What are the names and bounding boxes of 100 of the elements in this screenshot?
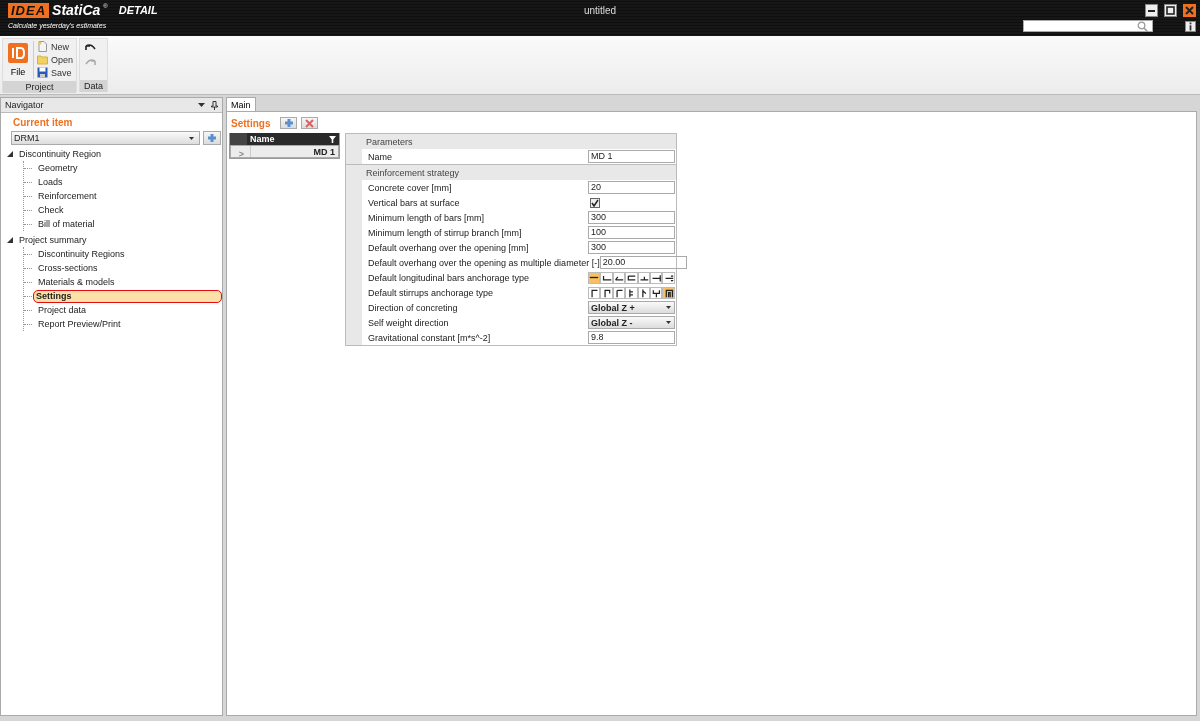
expander-icon[interactable] bbox=[7, 151, 13, 157]
row-name: MD 1 bbox=[312, 146, 335, 157]
bar-anchorage-option[interactable] bbox=[662, 271, 675, 284]
item-dropdown[interactable]: DRM1 bbox=[11, 131, 200, 145]
bar-anchorage-option[interactable] bbox=[625, 271, 638, 284]
stirrup-shape-icon bbox=[589, 287, 600, 298]
folder-icon bbox=[37, 54, 48, 65]
tree-item[interactable]: Geometry bbox=[33, 160, 83, 176]
property-label: Default stirrups anchorage type bbox=[367, 287, 495, 298]
bar-shape-icon bbox=[626, 272, 637, 283]
expander-icon[interactable] bbox=[7, 237, 13, 243]
pin-icon[interactable] bbox=[211, 100, 218, 110]
tree-item[interactable]: Project data bbox=[33, 302, 92, 318]
property-label: Direction of concreting bbox=[367, 302, 459, 313]
property-label: Minimum length of bars [mm] bbox=[367, 212, 486, 223]
tree-item[interactable]: Loads bbox=[33, 174, 68, 190]
tree-item[interactable]: Project summary bbox=[19, 235, 87, 245]
document-icon bbox=[37, 41, 48, 52]
property-label: Name bbox=[367, 151, 393, 162]
tree-item[interactable]: Settings bbox=[33, 289, 222, 303]
close-button[interactable] bbox=[1183, 4, 1196, 17]
group-label: Project bbox=[3, 81, 77, 93]
maximize-icon bbox=[1166, 6, 1175, 15]
property-label: Vertical bars at surface bbox=[367, 197, 461, 208]
dropdown-icon[interactable] bbox=[198, 102, 205, 108]
undo-icon bbox=[85, 43, 97, 52]
bar-shape-icon bbox=[663, 272, 674, 283]
tab[interactable]: Main bbox=[226, 97, 256, 111]
minimize-button[interactable] bbox=[1145, 4, 1158, 17]
dropdown[interactable]: Global Z + bbox=[588, 301, 675, 314]
list-row[interactable]: > MD 1 bbox=[230, 145, 339, 158]
property-label: Default overhang over the opening as multiple diameter [-] bbox=[367, 257, 600, 268]
dropdown[interactable]: Global Z - bbox=[588, 316, 675, 329]
stirrup-shape-icon bbox=[601, 287, 612, 298]
section-header: Parameters bbox=[366, 136, 413, 147]
close-icon bbox=[305, 118, 315, 128]
tree-item[interactable]: Discontinuity Region bbox=[19, 149, 102, 159]
tree-item[interactable]: Discontinuity Regions bbox=[33, 246, 130, 262]
stirrup-anchorage-option[interactable] bbox=[662, 286, 675, 299]
file-button[interactable]: File bbox=[6, 41, 30, 79]
bar-anchorage-option[interactable] bbox=[600, 271, 613, 284]
delete-button[interactable] bbox=[301, 117, 319, 129]
tree-item[interactable]: Check bbox=[33, 202, 69, 218]
section-heading: Current item bbox=[13, 117, 74, 128]
search-icon bbox=[1137, 20, 1148, 32]
value-field[interactable]: 300 bbox=[588, 241, 675, 254]
brand-name: StatiCa bbox=[52, 3, 101, 18]
stirrup-anchorage-option[interactable] bbox=[625, 286, 638, 299]
property-label: Self weight direction bbox=[367, 317, 450, 328]
add-button[interactable] bbox=[203, 131, 221, 145]
search-field[interactable] bbox=[1023, 20, 1153, 32]
info-button[interactable] bbox=[1185, 20, 1196, 32]
property-label: Default longitudinal bars anchorage type bbox=[367, 272, 531, 283]
section-header: Reinforcement strategy bbox=[366, 167, 460, 178]
add-button[interactable] bbox=[280, 117, 298, 129]
tree-item[interactable]: Materials & models bbox=[33, 274, 120, 290]
group-label: Data bbox=[80, 80, 108, 92]
tree-item[interactable]: Bill of material bbox=[33, 216, 100, 232]
stirrup-anchorage-option[interactable] bbox=[588, 286, 601, 299]
bar-shape-icon bbox=[651, 272, 662, 283]
minimize-icon bbox=[1148, 9, 1155, 12]
maximize-button[interactable] bbox=[1164, 4, 1177, 17]
stirrup-shape-icon bbox=[663, 287, 674, 298]
panel-title: Navigator bbox=[5, 100, 44, 110]
save-button[interactable]: Save bbox=[37, 67, 74, 78]
property-label: Concrete cover [mm] bbox=[367, 182, 453, 193]
property-label: Default overhang over the opening [mm] bbox=[367, 242, 530, 253]
new-button[interactable]: New bbox=[37, 41, 74, 52]
tree-item[interactable]: Reinforcement bbox=[33, 188, 102, 204]
value-field[interactable]: 9.8 bbox=[588, 331, 675, 344]
value-field[interactable]: 20.00 bbox=[599, 256, 687, 269]
stirrup-anchorage-option[interactable] bbox=[600, 286, 613, 299]
stirrup-shape-icon bbox=[651, 287, 662, 298]
app-logo-icon bbox=[8, 43, 28, 63]
caret-icon bbox=[666, 306, 671, 309]
bar-anchorage-option[interactable] bbox=[588, 271, 601, 284]
value-field[interactable]: MD 1 bbox=[588, 150, 675, 163]
floppy-icon bbox=[37, 67, 48, 78]
value-field[interactable]: 300 bbox=[588, 211, 675, 224]
tree-item[interactable]: Cross-sections bbox=[33, 260, 103, 276]
caret-icon bbox=[189, 136, 194, 140]
redo-icon bbox=[85, 58, 97, 67]
row-indicator: > bbox=[233, 146, 251, 157]
checkbox[interactable] bbox=[590, 197, 600, 208]
tree-item[interactable]: Report Preview/Print bbox=[33, 316, 126, 332]
caret-icon bbox=[666, 321, 671, 324]
filter-icon[interactable] bbox=[329, 135, 336, 143]
close-icon bbox=[1185, 6, 1194, 15]
window-title: untitled bbox=[583, 5, 617, 16]
stirrup-shape-icon bbox=[613, 287, 624, 298]
product-name: DETAIL bbox=[118, 3, 158, 18]
value-field[interactable]: 100 bbox=[588, 226, 675, 239]
plus-icon bbox=[206, 133, 218, 143]
settings-title: Settings bbox=[231, 117, 271, 129]
open-button[interactable]: Open bbox=[37, 54, 74, 65]
property-label: Minimum length of stirrup branch [mm] bbox=[367, 227, 523, 238]
logo-text: IDEA bbox=[8, 3, 50, 18]
value-field[interactable]: 20 bbox=[588, 181, 675, 194]
property-label: Gravitational constant [m*s^-2] bbox=[367, 332, 492, 343]
plus-icon bbox=[282, 118, 295, 128]
